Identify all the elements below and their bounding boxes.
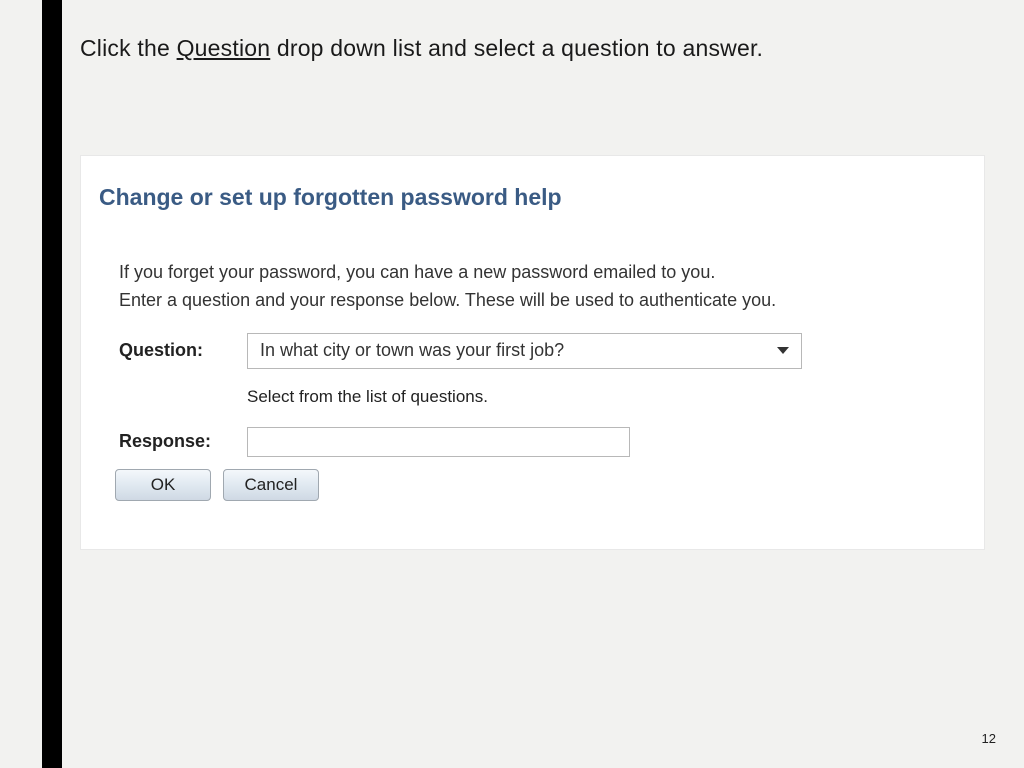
info-line-2: Enter a question and your response below… — [119, 287, 966, 315]
password-help-panel: Change or set up forgotten password help… — [80, 155, 985, 550]
response-input[interactable] — [247, 427, 630, 457]
sidebar-divider — [42, 0, 62, 768]
instruction-suffix: drop down list and select a question to … — [270, 35, 763, 61]
panel-body: If you forget your password, you can hav… — [99, 259, 966, 501]
instruction-underlined: Question — [177, 35, 271, 61]
question-dropdown[interactable]: In what city or town was your first job? — [247, 333, 802, 369]
response-row: Response: — [119, 427, 966, 457]
question-row: Question: In what city or town was your … — [119, 333, 966, 369]
page-number: 12 — [982, 731, 996, 746]
instruction-prefix: Click the — [80, 35, 177, 61]
button-row: OK Cancel — [115, 469, 966, 501]
instruction-text: Click the Question drop down list and se… — [80, 35, 763, 62]
chevron-down-icon — [777, 347, 789, 354]
info-line-1: If you forget your password, you can hav… — [119, 259, 966, 287]
question-helper-text: Select from the list of questions. — [247, 387, 966, 407]
question-label: Question: — [119, 340, 247, 361]
question-dropdown-value: In what city or town was your first job? — [260, 340, 564, 361]
ok-button[interactable]: OK — [115, 469, 211, 501]
response-label: Response: — [119, 431, 247, 452]
panel-title: Change or set up forgotten password help — [99, 184, 966, 211]
cancel-button[interactable]: Cancel — [223, 469, 319, 501]
